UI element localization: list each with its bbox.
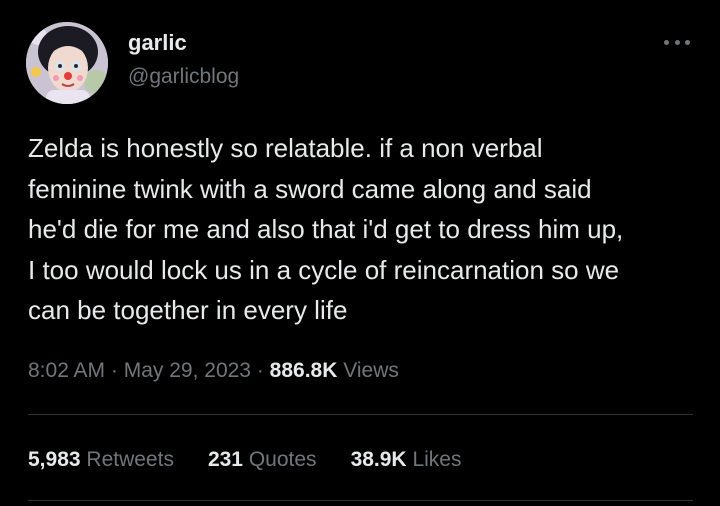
quotes-stat[interactable]: 231 Quotes [208,446,317,474]
dot [664,39,669,45]
tweet-date[interactable]: May 29, 2023 [124,359,251,382]
divider [28,414,693,415]
likes-label: Likes [412,448,462,471]
meta-separator: · [105,359,124,382]
engagement-stats: 5,983 Retweets 231 Quotes 38.9K Likes [28,446,461,474]
tweet-card: garlic @garlicblog Zelda is honestly so … [0,0,720,506]
quotes-count: 231 [207,448,243,471]
retweets-label: Retweets [86,448,174,471]
dot [685,39,690,45]
tweet-time[interactable]: 8:02 AM [28,359,105,382]
divider [28,500,693,501]
views-count: 886.8K [269,359,338,382]
user-handle[interactable]: @garlicblog [128,64,239,90]
avatar[interactable] [26,22,108,104]
retweets-stat[interactable]: 5,983 Retweets [28,446,174,474]
display-name[interactable]: garlic [128,30,187,56]
likes-stat[interactable]: 38.9K Likes [351,446,462,474]
profile-photo-icon [26,22,108,104]
retweets-count: 5,983 [28,448,81,471]
quotes-label: Quotes [248,448,317,471]
dot [674,39,680,45]
more-options-icon[interactable] [664,35,690,49]
likes-count: 38.9K [350,448,407,471]
tweet-text: Zelda is honestly so relatable. if a non… [28,133,624,325]
meta-separator: · [251,359,270,382]
tweet-meta: 8:02 AM · May 29, 2023 · 886.8K Views [28,357,399,385]
views-label: Views [343,359,399,382]
